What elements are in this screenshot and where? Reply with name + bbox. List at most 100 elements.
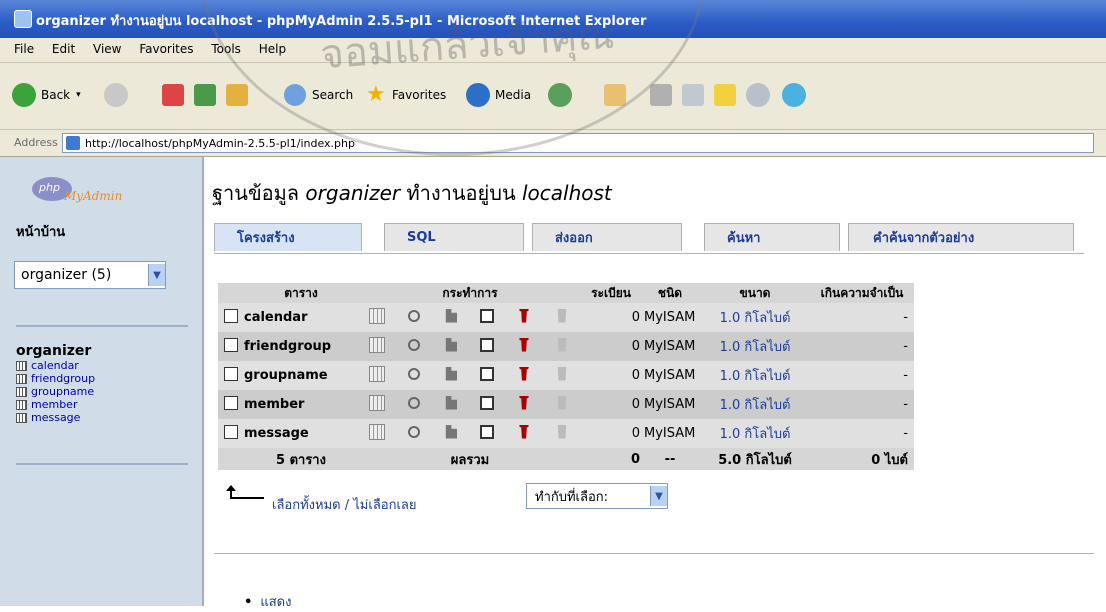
properties-icon[interactable] [480,424,494,439]
menu-help[interactable]: Help [259,42,286,56]
table-list-item[interactable]: message [16,411,95,424]
table-list-item[interactable]: member [16,398,95,411]
back-button[interactable]: Back ▾ [12,83,81,107]
size-link[interactable]: 1.0 กิโลไบต์ [700,332,810,361]
table-icon [16,386,27,397]
browse-icon[interactable] [369,365,385,382]
home-link[interactable]: หน้าบ้าน [16,221,65,242]
print-view-link[interactable]: แสดง [260,595,291,610]
tab-bar: โครงสร้าง SQL ส่งออก ค้นหา คำค้นจากตัวอย… [214,223,1074,253]
empty-icon[interactable] [557,308,567,323]
search-icon[interactable] [408,309,420,322]
table-list-item[interactable]: friendgroup [16,372,95,385]
engine-type: MyISAM [640,390,700,419]
search-icon[interactable] [408,396,420,409]
search-button[interactable]: Search [284,83,353,107]
tab-sql[interactable]: SQL [384,223,524,251]
properties-icon[interactable] [480,366,494,381]
insert-icon[interactable] [445,366,457,381]
drop-icon[interactable] [519,308,529,323]
size-link[interactable]: 1.0 กิโลไบต์ [700,419,810,448]
phpmyadmin-logo[interactable]: php MyAdmin [24,175,152,207]
insert-icon[interactable] [445,308,457,323]
empty-icon[interactable] [557,337,567,352]
history-button[interactable] [548,83,572,107]
tab-query-by-example[interactable]: คำค้นจากตัวอย่าง [848,223,1074,251]
size-link[interactable]: 1.0 กิโลไบต์ [700,303,810,332]
row-checkbox[interactable] [224,337,238,352]
browse-icon[interactable] [369,307,385,324]
tab-structure[interactable]: โครงสร้าง [214,223,362,251]
favorites-button[interactable]: ★ Favorites [366,83,446,107]
empty-icon[interactable] [557,366,567,381]
drop-icon[interactable] [519,337,529,352]
drop-icon[interactable] [519,366,529,381]
properties-icon[interactable] [480,337,494,352]
menu-view[interactable]: View [93,42,121,56]
drop-icon[interactable] [519,395,529,410]
table-icon [16,360,27,371]
size-link[interactable]: 1.0 กิโลไบต์ [700,361,810,390]
mail-button[interactable] [604,83,626,107]
heading-host: localhost [522,181,612,205]
tab-search[interactable]: ค้นหา [704,223,840,251]
logo-php-text: php [39,181,60,194]
row-checkbox[interactable] [224,395,238,410]
table-structure: ตาราง กระทำการ ระเบียน ชนิด ขนาด เกินควา… [218,283,914,470]
menu-favorites[interactable]: Favorites [139,42,193,56]
insert-icon[interactable] [445,395,457,410]
address-input[interactable]: http://localhost/phpMyAdmin-2.5.5-pl1/in… [62,133,1094,153]
forward-button[interactable] [104,83,128,107]
engine-type: MyISAM [640,332,700,361]
table-header-row: ตาราง กระทำการ ระเบียน ชนิด ขนาด เกินควา… [218,283,914,303]
row-checkbox[interactable] [224,366,238,381]
properties-icon[interactable] [480,308,494,323]
table-list-item[interactable]: calendar [16,359,95,372]
row-checkbox[interactable] [224,424,238,439]
browse-icon[interactable] [369,336,385,353]
uncheck-all-link[interactable]: ไม่เลือกเลย [353,498,416,513]
tab-export[interactable]: ส่งออก [532,223,682,251]
table-icon [16,399,27,410]
stop-button[interactable] [162,83,184,107]
menu-edit[interactable]: Edit [52,42,75,56]
properties-icon[interactable] [480,395,494,410]
discuss-button[interactable] [746,83,770,107]
edit-button[interactable] [682,83,704,107]
tab-underline [214,253,1084,254]
print-button[interactable] [650,83,672,107]
empty-icon[interactable] [557,395,567,410]
with-selected-dropdown[interactable]: ทำกับที่เลือก: ▼ [526,483,668,509]
empty-icon[interactable] [557,424,567,439]
check-all-link[interactable]: เลือกทั้งหมด [272,498,341,513]
database-select[interactable]: organizer (5) ▼ [14,261,166,289]
drop-icon[interactable] [519,424,529,439]
database-name-link[interactable]: organizer [16,343,91,359]
browse-icon[interactable] [369,423,385,440]
browse-icon[interactable] [369,394,385,411]
search-icon[interactable] [408,425,420,438]
messenger-button[interactable] [782,83,806,107]
link-separator: / [344,498,350,513]
overhead-value: - [810,390,914,419]
overhead-value: - [810,303,914,332]
table-list-item[interactable]: groupname [16,385,95,398]
menu-file[interactable]: File [14,42,34,56]
menu-tools[interactable]: Tools [211,42,241,56]
row-checkbox[interactable] [224,308,238,323]
folder-button[interactable] [714,83,736,107]
back-arrow-icon [12,83,36,107]
table-name: message [244,419,358,448]
media-button[interactable]: Media [466,83,531,107]
size-link[interactable]: 1.0 กิโลไบต์ [700,390,810,419]
insert-icon[interactable] [445,337,457,352]
search-icon[interactable] [408,367,420,380]
insert-icon[interactable] [445,424,457,439]
refresh-button[interactable] [194,83,216,107]
home-button[interactable] [226,83,248,107]
heading-prefix: ฐานข้อมูล [212,181,300,205]
search-icon[interactable] [408,338,420,351]
logo-myadmin-text: MyAdmin [64,189,123,203]
records-value: 0 [582,390,640,419]
engine-type: MyISAM [640,419,700,448]
